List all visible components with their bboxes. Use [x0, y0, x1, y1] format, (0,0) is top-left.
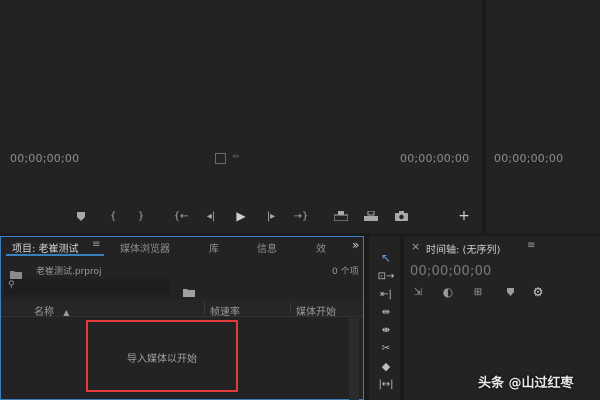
go-to-in-icon[interactable]: {←: [172, 207, 190, 225]
tab-libraries[interactable]: 库: [209, 240, 219, 255]
tab-info[interactable]: 信息: [257, 240, 277, 255]
source-monitor: 00;00;00;00 00;00;00;00 ⇹ { } {← ◂| ▶ |▸…: [0, 0, 482, 233]
item-count: 0 个项: [332, 267, 359, 277]
selection-tool-icon[interactable]: ↖: [376, 250, 396, 266]
snap-icon[interactable]: ◐: [440, 284, 456, 300]
tab-effects[interactable]: 效: [316, 240, 326, 255]
step-back-icon[interactable]: ◂|: [202, 207, 220, 225]
source-timecode-right[interactable]: 00;00;00;00: [400, 152, 469, 165]
tab-media-browser[interactable]: 媒体浏览器: [120, 240, 170, 255]
ripple-edit-tool-icon[interactable]: ⇤|: [376, 286, 396, 302]
timeline-title[interactable]: 时间轴: (无序列): [426, 241, 500, 256]
overwrite-icon[interactable]: [362, 207, 380, 225]
column-name[interactable]: 名称 ▲: [34, 303, 69, 318]
add-marker-icon[interactable]: [72, 207, 90, 225]
tabs-overflow-icon[interactable]: »: [352, 238, 359, 252]
linked-selection-icon[interactable]: ⊞: [470, 284, 486, 300]
search-icon: ⚲: [8, 280, 15, 290]
step-forward-icon[interactable]: |▸: [262, 207, 280, 225]
project-file-name: 老崔测试.prproj: [36, 267, 102, 277]
search-input[interactable]: [20, 279, 170, 295]
program-monitor: 00;00;00;00: [486, 0, 600, 233]
column-media-start[interactable]: 媒体开始: [296, 303, 336, 318]
column-divider: [290, 302, 291, 314]
timeline-menu-icon[interactable]: ≡: [527, 240, 535, 251]
nest-sequence-icon[interactable]: ⇲: [410, 284, 426, 300]
button-editor-add-icon[interactable]: +: [455, 207, 473, 225]
empty-message: 导入媒体以开始: [127, 354, 197, 365]
wrench-icon[interactable]: ⚙: [530, 284, 546, 300]
timeline-timecode[interactable]: 00;00;00;00: [410, 264, 492, 279]
add-marker-timeline-icon[interactable]: [502, 284, 518, 300]
go-to-out-icon[interactable]: →}: [292, 207, 310, 225]
razor-tool-icon[interactable]: ✂: [376, 340, 396, 356]
slide-tool-icon[interactable]: |↔|: [376, 376, 396, 392]
insert-icon[interactable]: [332, 207, 350, 225]
tab-project[interactable]: 项目: 老崔测试: [12, 240, 79, 255]
source-timecode-left[interactable]: 00;00;00;00: [10, 152, 79, 165]
rate-stretch-tool-icon[interactable]: ⇼: [376, 322, 396, 338]
slip-tool-icon[interactable]: ◆: [376, 358, 396, 374]
track-select-tool-icon[interactable]: ⊡→: [376, 268, 396, 284]
drag-audio-only-icon[interactable]: ⇹: [232, 152, 240, 162]
export-frame-icon[interactable]: [392, 207, 410, 225]
tab-active-underline: [6, 254, 104, 256]
column-divider: [204, 302, 205, 314]
project-scrollbar[interactable]: [349, 318, 359, 400]
rolling-edit-tool-icon[interactable]: ⇹: [376, 304, 396, 320]
watermark: 头条 @山过红枣: [478, 376, 574, 391]
new-bin-icon[interactable]: [183, 282, 195, 301]
drag-video-only-icon[interactable]: [215, 153, 226, 164]
tab-menu-icon[interactable]: ≡: [92, 239, 100, 250]
search-field[interactable]: ⚲: [4, 279, 170, 295]
mark-in-icon[interactable]: {: [104, 207, 122, 225]
play-icon[interactable]: ▶: [232, 207, 250, 225]
timeline-close-icon[interactable]: ×: [411, 240, 420, 253]
mark-out-icon[interactable]: }: [132, 207, 150, 225]
empty-drop-zone[interactable]: 导入媒体以开始: [86, 320, 238, 392]
sort-ascending-icon: ▲: [63, 308, 70, 317]
program-timecode-left[interactable]: 00;00;00;00: [494, 152, 563, 165]
column-frame-rate[interactable]: 帧速率: [210, 303, 240, 318]
